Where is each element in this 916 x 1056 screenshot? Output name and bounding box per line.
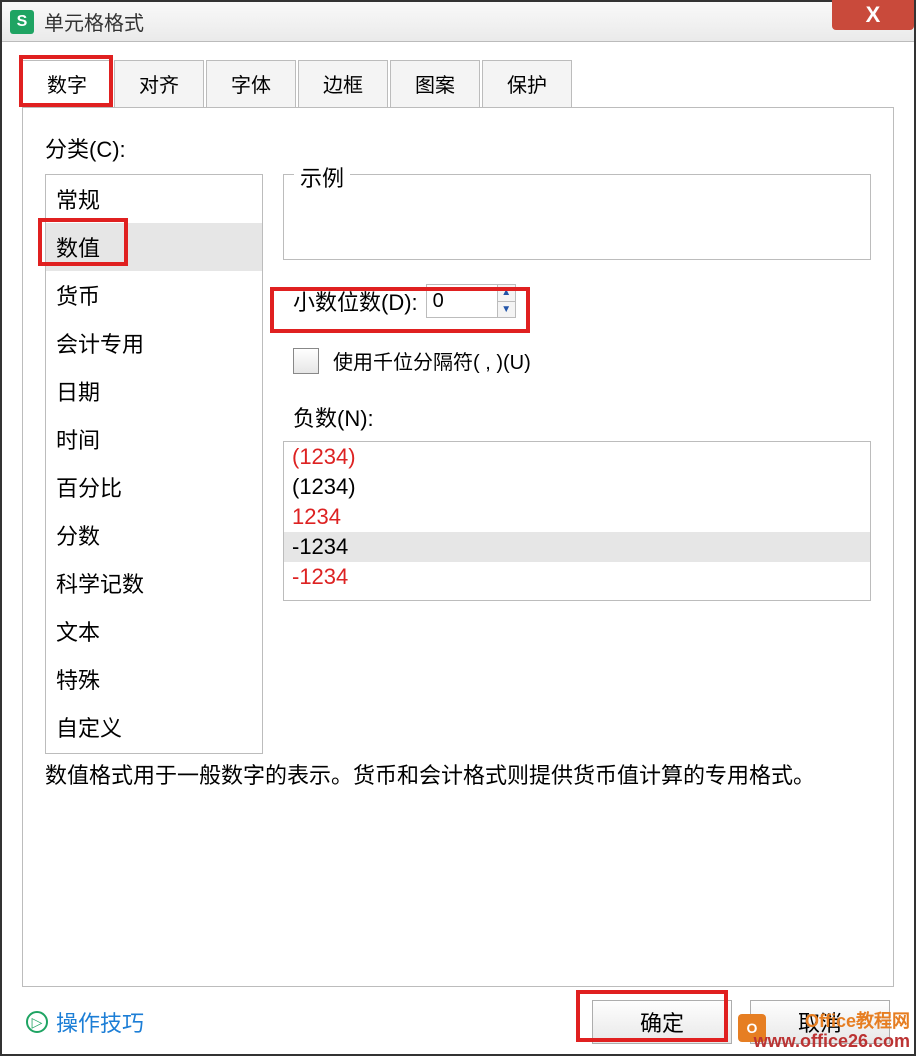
thousands-label: 使用千位分隔符( , )(U) (333, 346, 531, 375)
category-list[interactable]: 常规 数值 货币 会计专用 日期 时间 百分比 分数 科学记数 文本 特殊 自定… (45, 174, 263, 754)
tab-border[interactable]: 边框 (298, 60, 388, 107)
ok-button[interactable]: 确定 (592, 1000, 732, 1044)
category-item-percent[interactable]: 百分比 (46, 463, 262, 511)
category-item-text[interactable]: 文本 (46, 607, 262, 655)
titlebar: S 单元格格式 X (2, 2, 914, 42)
thousands-checkbox[interactable] (293, 348, 319, 374)
negative-option-5[interactable]: -1234 (284, 562, 870, 592)
help-link-label: 操作技巧 (56, 1006, 144, 1038)
tab-protect[interactable]: 保护 (482, 60, 572, 107)
negative-option-4[interactable]: -1234 (284, 532, 870, 562)
watermark: Office教程网 www.office26.com (754, 1012, 910, 1052)
category-item-fraction[interactable]: 分数 (46, 511, 262, 559)
tab-strip: 数字 对齐 字体 边框 图案 保护 (2, 42, 914, 107)
sample-label: 示例 (294, 161, 350, 193)
category-item-custom[interactable]: 自定义 (46, 703, 262, 751)
negative-option-1[interactable]: (1234) (284, 442, 870, 472)
tab-font[interactable]: 字体 (206, 60, 296, 107)
category-item-scientific[interactable]: 科学记数 (46, 559, 262, 607)
category-item-number[interactable]: 数值 (46, 223, 262, 271)
category-item-general[interactable]: 常规 (46, 175, 262, 223)
tab-align[interactable]: 对齐 (114, 60, 204, 107)
category-item-accounting[interactable]: 会计专用 (46, 319, 262, 367)
app-icon: S (10, 10, 34, 34)
play-icon: ▷ (26, 1011, 48, 1033)
negative-option-2[interactable]: (1234) (284, 472, 870, 502)
format-description: 数值格式用于一般数字的表示。货币和会计格式则提供货币值计算的专用格式。 (45, 758, 871, 793)
cell-format-dialog: S 单元格格式 X 数字 对齐 字体 边框 图案 保护 分类(C): 常规 数值… (0, 0, 916, 1056)
close-button[interactable]: X (832, 0, 914, 30)
decimal-places-input[interactable] (427, 285, 497, 317)
format-options-pane: 示例 小数位数(D): ▲ ▼ 使用千位分隔符( , )(U) (283, 174, 871, 754)
tab-number[interactable]: 数字 (22, 60, 112, 107)
help-link[interactable]: ▷ 操作技巧 (26, 1006, 144, 1038)
spin-down-icon[interactable]: ▼ (498, 302, 515, 318)
spin-up-icon[interactable]: ▲ (498, 285, 515, 302)
category-label: 分类(C): (45, 132, 871, 164)
negative-format-list[interactable]: (1234) (1234) 1234 -1234 -1234 (283, 441, 871, 601)
negative-label: 负数(N): (293, 401, 871, 433)
decimal-places-stepper[interactable]: ▲ ▼ (426, 284, 516, 318)
window-title: 单元格格式 (44, 7, 144, 36)
tab-pattern[interactable]: 图案 (390, 60, 480, 107)
sample-box: 示例 (283, 174, 871, 260)
negative-option-3[interactable]: 1234 (284, 502, 870, 532)
decimal-places-label: 小数位数(D): (293, 285, 418, 317)
category-item-special[interactable]: 特殊 (46, 655, 262, 703)
tab-panel-number: 分类(C): 常规 数值 货币 会计专用 日期 时间 百分比 分数 科学记数 文… (22, 107, 894, 987)
category-item-time[interactable]: 时间 (46, 415, 262, 463)
category-item-date[interactable]: 日期 (46, 367, 262, 415)
category-item-currency[interactable]: 货币 (46, 271, 262, 319)
